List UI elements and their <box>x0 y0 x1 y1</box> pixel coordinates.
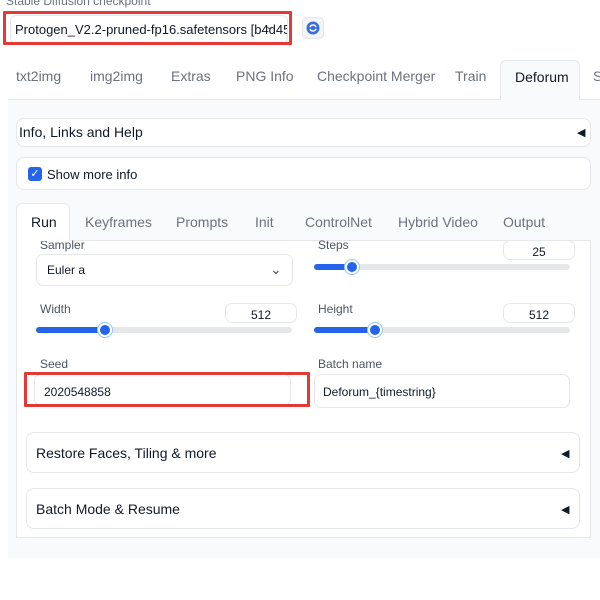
show-more-info-label: Show more info <box>47 167 138 182</box>
subtab-init[interactable]: Init <box>255 214 274 230</box>
width-slider-fill <box>36 327 105 333</box>
subtab-controlnet[interactable]: ControlNet <box>305 214 372 230</box>
restore-faces-accordion-title: Restore Faces, Tiling & more <box>36 445 217 461</box>
batch-name-label: Batch name <box>318 357 383 371</box>
width-label: Width <box>40 302 71 316</box>
subtab-prompts[interactable]: Prompts <box>176 214 228 230</box>
tab-img2img[interactable]: img2img <box>90 66 143 100</box>
tab-checkpoint-merger[interactable]: Checkpoint Merger <box>317 66 435 100</box>
checkpoint-select[interactable]: Protogen_V2.2-pruned-fp16.safetensors [b… <box>10 15 288 44</box>
seed-label: Seed <box>40 357 69 371</box>
steps-label: Steps <box>318 238 349 252</box>
width-input[interactable]: 512 <box>225 303 297 323</box>
subtab-keyframes[interactable]: Keyframes <box>85 214 152 230</box>
collapse-triangle-icon: ◀ <box>577 127 586 139</box>
show-more-info-checkbox[interactable]: ✓ <box>28 167 42 181</box>
tab-extras[interactable]: Extras <box>171 66 211 100</box>
info-accordion-title: Info, Links and Help <box>19 124 143 140</box>
width-slider-handle[interactable] <box>98 323 113 337</box>
subtab-run[interactable]: Run <box>16 203 70 241</box>
refresh-checkpoint-button[interactable] <box>302 17 324 39</box>
chevron-down-icon: ⌄ <box>264 17 276 33</box>
chevron-down-icon: ⌄ <box>270 261 282 277</box>
tab-settings[interactable]: S <box>593 66 600 100</box>
tab-deforum[interactable]: Deforum <box>500 60 580 100</box>
height-slider-fill <box>314 327 375 333</box>
batch-mode-accordion-title: Batch Mode & Resume <box>36 501 180 517</box>
steps-input[interactable]: 25 <box>503 240 575 260</box>
collapse-triangle-icon: ◀ <box>561 504 570 516</box>
batch-name-input[interactable]: Deforum_{timestring} <box>314 374 570 408</box>
subtab-hybrid-video[interactable]: Hybrid Video <box>398 214 478 230</box>
tab-png-info[interactable]: PNG Info <box>236 66 294 100</box>
tab-txt2img[interactable]: txt2img <box>16 66 61 100</box>
height-input[interactable]: 512 <box>503 303 575 323</box>
height-label: Height <box>318 302 353 316</box>
collapse-triangle-icon: ◀ <box>561 448 570 460</box>
subtab-output[interactable]: Output <box>503 214 545 230</box>
checkpoint-label: Stable Diffusion checkpoint <box>6 0 151 8</box>
seed-input[interactable]: 2020548858 <box>34 374 291 406</box>
sampler-select[interactable]: Euler a <box>36 254 293 286</box>
tab-train[interactable]: Train <box>455 66 486 100</box>
refresh-icon <box>306 21 320 35</box>
